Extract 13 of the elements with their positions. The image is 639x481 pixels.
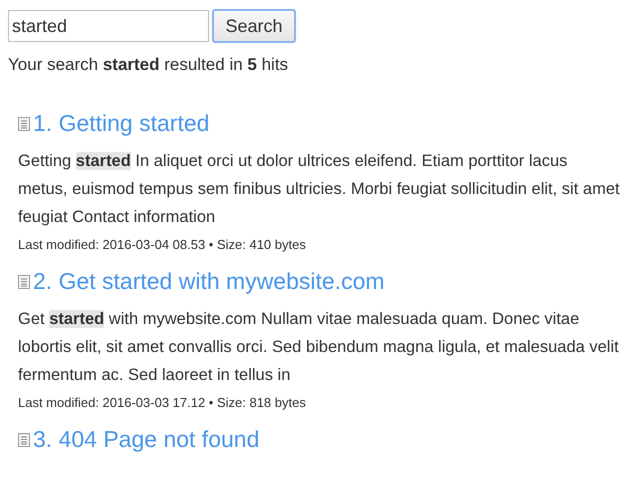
- search-button[interactable]: Search: [212, 9, 296, 43]
- result-title-link[interactable]: 2. Get started with mywebsite.com: [33, 268, 385, 295]
- search-summary: Your search started resulted in 5 hits: [8, 55, 290, 75]
- document-icon: [18, 432, 30, 446]
- document-icon: [18, 116, 30, 130]
- result-meta: Last modified: 2016-03-04 08.53 • Size: 410 bytes: [18, 237, 307, 252]
- result-excerpt: Getting started In aliquet orci ut dolor ultrices eleifend. Etiam porttitor lacus metus, euismod tempus sem finibus ultricies. Morbi feugiat sollicitudin elit, sit amet feugiat Contact information: [18, 151, 621, 228]
- result-excerpt: Get started with mywebsite.com Nullam vitae malesuada quam. Donec vitae lobortis elit, sit amet convallis orci. Sed bibendum magna ligula, et malesuada velit fermentum ac. Sed laoreet in tellus in: [18, 309, 620, 386]
- search-field[interactable]: started: [8, 10, 209, 42]
- result-title-link[interactable]: 3. 404 Page not found: [33, 426, 260, 453]
- result-meta: Last modified: 2016-03-03 17.12 • Size: 818 bytes: [18, 395, 307, 410]
- result-title-link[interactable]: 1. Getting started: [33, 110, 210, 137]
- document-icon: [18, 274, 30, 288]
